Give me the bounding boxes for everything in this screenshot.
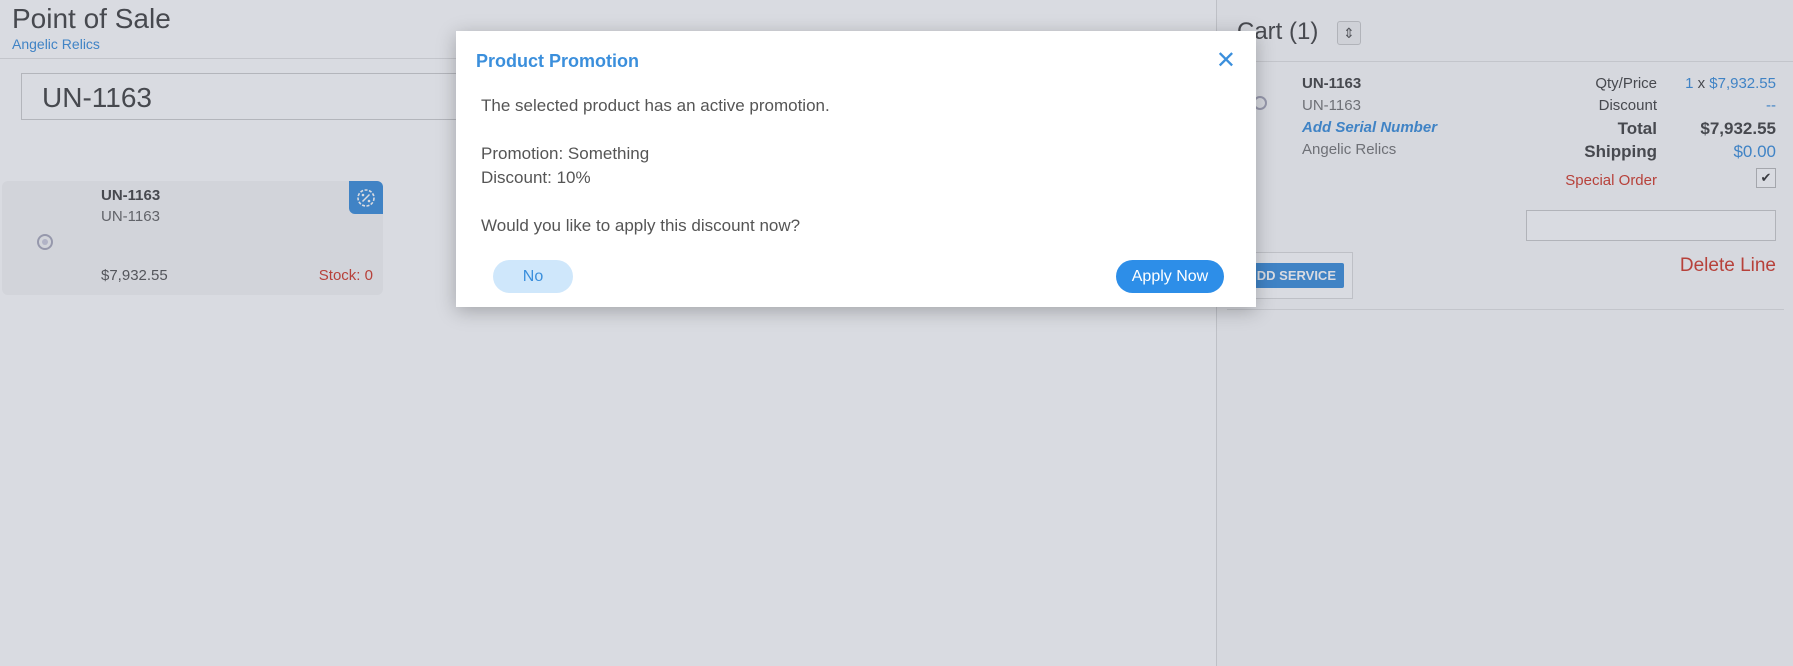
promotion-name: Promotion: Something [481, 144, 650, 163]
dialog-body: The selected product has an active promo… [481, 94, 830, 238]
promotion-question: Would you like to apply this discount no… [481, 216, 801, 235]
apply-now-button[interactable]: Apply Now [1116, 260, 1224, 293]
dialog-title: Product Promotion [476, 51, 639, 71]
close-icon[interactable]: ✕ [1216, 49, 1236, 73]
promotion-discount: Discount: 10% [481, 168, 591, 187]
no-button[interactable]: No [493, 260, 573, 293]
product-promotion-dialog: Product Promotion ✕ The selected product… [456, 31, 1256, 307]
promotion-message: The selected product has an active promo… [481, 96, 830, 115]
